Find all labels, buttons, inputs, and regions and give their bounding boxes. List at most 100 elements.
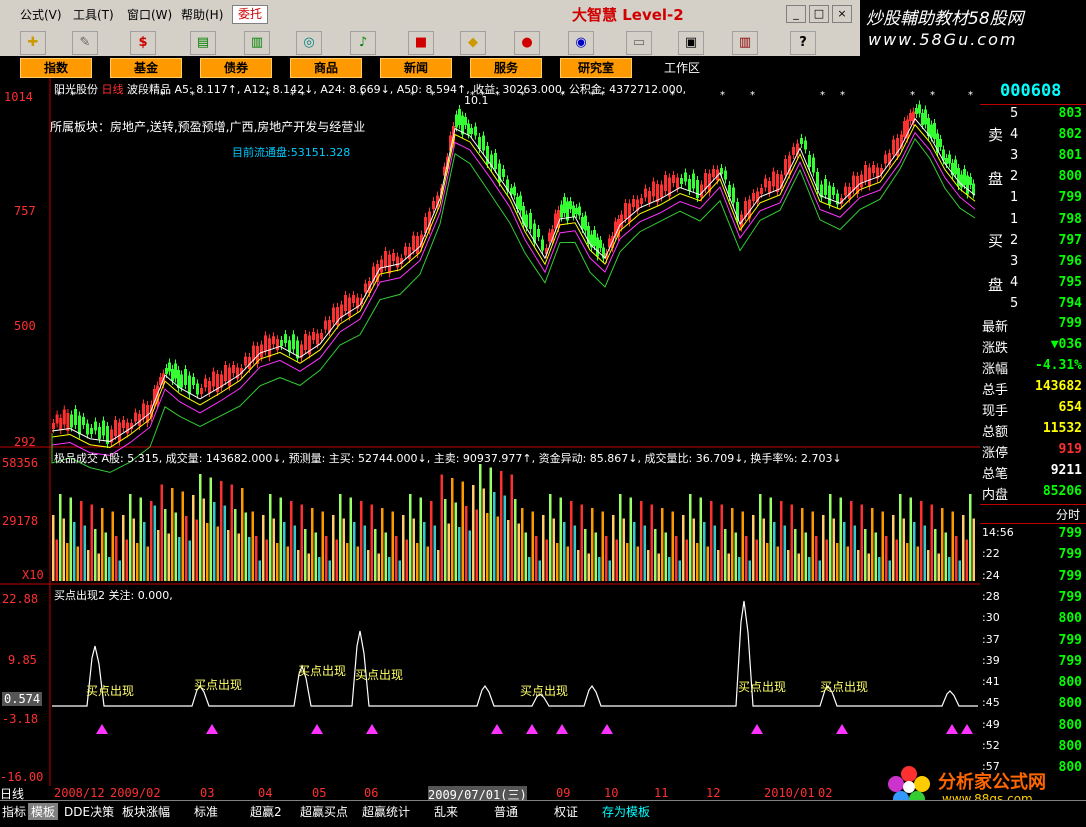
menu-bar: 公式(V) 工具(T) 窗口(W) 帮助(H) 委托 大智慧 Level-2 _… <box>0 0 860 29</box>
volume-bar <box>811 511 814 581</box>
candle-body <box>933 123 936 139</box>
stat-value: -4.31% <box>1035 358 1082 373</box>
restore-icon[interactable]: □ <box>809 5 829 23</box>
nav-index[interactable]: 指数 <box>20 58 92 78</box>
candle-body <box>824 179 827 195</box>
tick-header[interactable]: 分时 <box>1056 506 1080 523</box>
volume-bar <box>496 516 499 581</box>
volume-bar <box>433 525 436 581</box>
volume-bar <box>591 508 594 581</box>
candle-body <box>844 186 847 196</box>
period-selector[interactable]: 日线 <box>0 785 24 802</box>
nav-service[interactable]: 服务 <box>470 58 542 78</box>
nav-news[interactable]: 新闻 <box>380 58 452 78</box>
menu-window[interactable]: 窗口(W) <box>127 6 172 23</box>
print-icon[interactable]: ▭ <box>626 31 652 55</box>
volume-bar <box>762 518 765 581</box>
candle-body <box>644 188 647 198</box>
volume-bar <box>724 529 727 581</box>
volume-bar <box>279 497 282 581</box>
candle-body <box>272 336 275 345</box>
volume-bar <box>934 529 937 581</box>
volume-bar <box>220 481 223 581</box>
diamond-icon[interactable]: ◆ <box>460 31 486 55</box>
price-axis-mid1: 757 <box>14 204 36 218</box>
tick-row: :45 800 <box>980 696 1086 716</box>
bars-icon[interactable]: ▥ <box>244 31 270 55</box>
star-marker-icon: * <box>820 90 825 101</box>
volume-bar <box>388 557 391 581</box>
sell-level-row: 1 799 <box>980 190 1086 210</box>
globe-icon[interactable]: ◉ <box>568 31 594 55</box>
volume-bar <box>517 523 520 581</box>
tick-time: :41 <box>982 675 1000 689</box>
binoculars-icon[interactable]: ◎ <box>296 31 322 55</box>
ruler-icon[interactable]: ✎ <box>72 31 98 55</box>
nav-bond[interactable]: 债券 <box>200 58 272 78</box>
tick-row: :39 799 <box>980 654 1086 674</box>
volume-bar <box>395 536 398 581</box>
menu-help[interactable]: 帮助(H) <box>181 6 223 23</box>
volume-bar <box>535 536 538 581</box>
fire-icon[interactable]: ● <box>514 31 540 55</box>
close-icon[interactable]: × <box>832 5 852 23</box>
volume-bar <box>153 505 156 581</box>
quote-panel: 000608 卖 盘 买 盘 5 803 4 802 3 801 2 800 1 799 1 798 2… <box>980 78 1086 800</box>
tab-standard[interactable]: 标准 <box>194 803 218 820</box>
tab-dde[interactable]: DDE决策 <box>64 803 114 820</box>
nav-research[interactable]: 研究室 <box>560 58 632 78</box>
tab-warrant[interactable]: 权证 <box>554 803 578 820</box>
stat-row: 最新 799 <box>980 316 1086 336</box>
tab-sector-rise[interactable]: 板块涨幅 <box>122 803 170 820</box>
volume-bar <box>111 511 114 581</box>
volume-bar <box>678 560 681 581</box>
tab-chaoying-stats[interactable]: 超赢统计 <box>362 803 410 820</box>
tab-normal[interactable]: 普通 <box>494 803 518 820</box>
nav-commodity[interactable]: 商品 <box>290 58 362 78</box>
volume-bar <box>440 474 443 581</box>
buy-arrow-icon <box>556 724 568 734</box>
buy-signal-label: 买点出现 <box>820 680 869 694</box>
volume-bar <box>104 532 107 581</box>
chart-area[interactable]: * * * * * * * * * * * * * * * * * * * * * * * * * 阳光股份 日线 波段精品 A… <box>0 78 981 800</box>
tick-row: :37 799 <box>980 633 1086 653</box>
candle-body <box>808 155 811 167</box>
tab-luanlai[interactable]: 乱来 <box>434 803 458 820</box>
window-icon[interactable]: ▣ <box>678 31 704 55</box>
volume-bar <box>622 518 625 581</box>
help-icon[interactable]: ? <box>790 31 816 55</box>
volume-bar <box>468 530 471 581</box>
candle-body <box>482 135 485 151</box>
candle-body <box>52 423 55 429</box>
stop-icon[interactable]: ■ <box>408 31 434 55</box>
minimize-icon[interactable]: _ <box>786 5 806 23</box>
volume-bar <box>710 501 713 581</box>
tab-chaoying-buy[interactable]: 超赢买点 <box>300 803 348 820</box>
menu-formula[interactable]: 公式(V) <box>20 6 62 23</box>
volume-bar <box>787 550 790 581</box>
candle-body <box>560 204 563 218</box>
candle-body <box>596 237 599 257</box>
buy-signal-label: 买点出现 <box>738 680 787 694</box>
volume-bar <box>899 494 902 581</box>
volume-bar <box>132 518 135 581</box>
bell-icon[interactable]: ♪ <box>350 31 376 55</box>
nav-fund[interactable]: 基金 <box>110 58 182 78</box>
money-icon[interactable]: ▤ <box>190 31 216 55</box>
alert-button[interactable]: 委托 <box>232 5 268 24</box>
books-icon[interactable]: ▥ <box>732 31 758 55</box>
workspace-menu[interactable]: 工作区 <box>664 59 700 76</box>
tab-indicator[interactable]: 指标 <box>2 803 26 820</box>
menu-tools[interactable]: 工具(T) <box>73 6 114 23</box>
tab-template[interactable]: 模板 <box>28 803 59 820</box>
candle-body <box>320 333 323 339</box>
candle-body <box>312 332 315 340</box>
stat-row: 涨幅 -4.31% <box>980 358 1086 378</box>
volume-bar <box>507 520 510 581</box>
candle-body <box>578 206 581 216</box>
tab-chaoying2[interactable]: 超赢2 <box>250 803 282 820</box>
candle-body <box>584 215 587 231</box>
tab-save-template[interactable]: 存为模板 <box>602 803 650 820</box>
cross-icon[interactable]: ✚ <box>20 31 46 55</box>
dollar-icon[interactable]: $ <box>130 31 156 55</box>
